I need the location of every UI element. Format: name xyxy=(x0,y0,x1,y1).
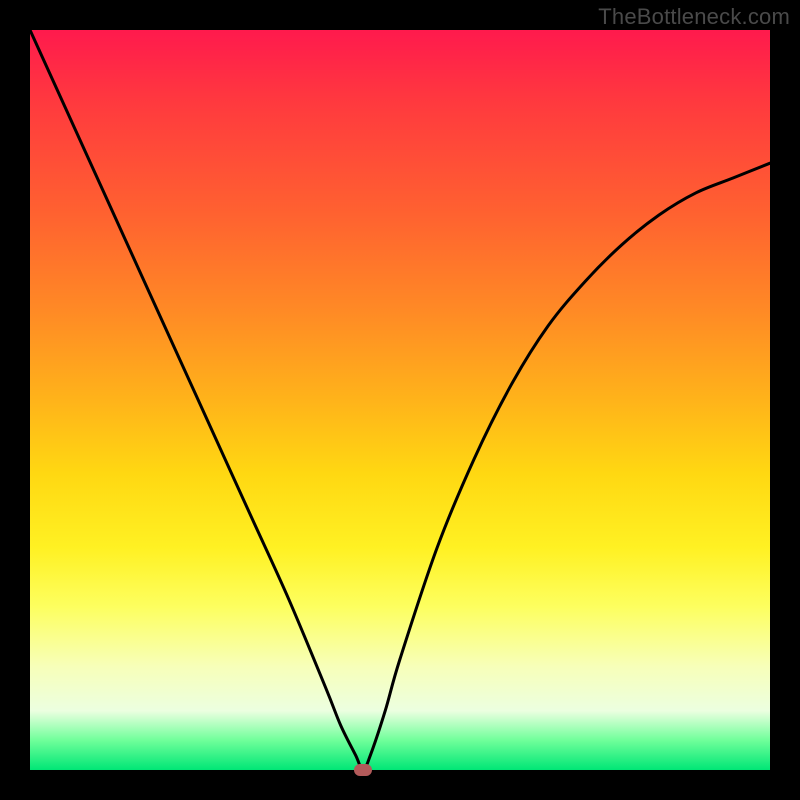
bottleneck-curve xyxy=(30,30,770,770)
chart-plot-area xyxy=(30,30,770,770)
optimal-point-marker xyxy=(354,764,372,776)
chart-frame: TheBottleneck.com xyxy=(0,0,800,800)
curve-path xyxy=(30,30,770,770)
watermark-text: TheBottleneck.com xyxy=(598,4,790,30)
